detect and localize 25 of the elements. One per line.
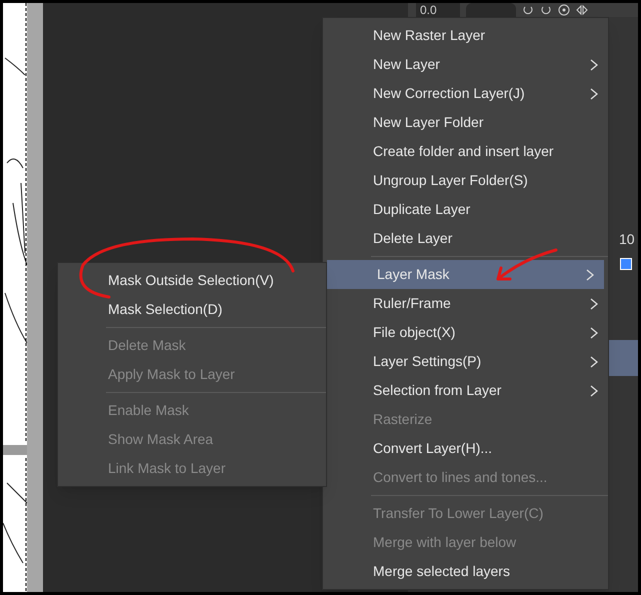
menu-item[interactable]: Layer Mask (327, 260, 604, 289)
rotate-left-icon[interactable] (522, 4, 534, 16)
flip-icon[interactable] (576, 4, 588, 16)
menu-item[interactable]: Ruler/Frame (323, 289, 608, 318)
color-swatch[interactable] (620, 258, 632, 270)
menu-item[interactable]: Delete Layer (323, 224, 608, 253)
menu-item[interactable]: New Layer Folder (323, 108, 608, 137)
menu-item[interactable]: File object(X) (323, 318, 608, 347)
rotate-right-icon[interactable] (540, 4, 552, 16)
menu-item[interactable]: Mask Outside Selection(V) (58, 266, 326, 295)
menu-item[interactable]: New Raster Layer (323, 21, 608, 50)
annotation-arrow (496, 248, 558, 280)
menu-item[interactable]: Ungroup Layer Folder(S) (323, 166, 608, 195)
menu-item[interactable]: Create folder and insert layer (323, 137, 608, 166)
menu-item[interactable]: Mask Selection(D) (58, 295, 326, 324)
menu-item[interactable]: Layer Settings(P) (323, 347, 608, 376)
menu-item[interactable]: Selection from Layer (323, 376, 608, 405)
opacity-value: 10 (619, 230, 636, 249)
reset-icon[interactable] (558, 4, 570, 16)
menu-item[interactable]: New Correction Layer(J) (323, 79, 608, 108)
menu-item[interactable]: Merge selected layers (323, 557, 608, 586)
angle-field[interactable]: 0.0 (416, 3, 460, 17)
menu-item[interactable]: Duplicate Layer (323, 195, 608, 224)
menu-item[interactable]: Convert Layer(H)... (323, 434, 608, 463)
menu-item[interactable]: New Layer (323, 50, 608, 79)
